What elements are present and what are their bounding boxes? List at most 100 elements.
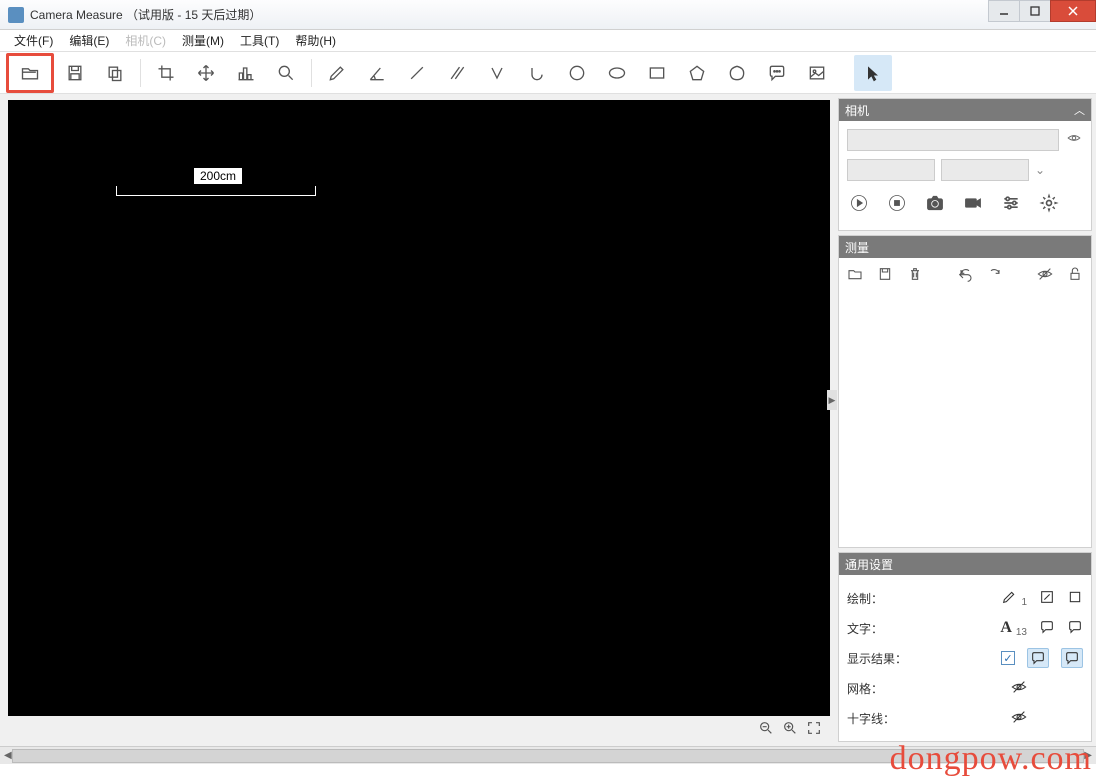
result-style-outline[interactable] (1061, 648, 1083, 668)
canvas-controls (8, 716, 830, 744)
open-button[interactable] (6, 53, 54, 93)
undo-button[interactable] (957, 266, 973, 287)
title-bar: Camera Measure （试用版 - 15 天后过期） (0, 0, 1096, 30)
draw-size-value: 1 (1021, 597, 1027, 608)
toolbar-separator (311, 59, 312, 87)
pencil-icon[interactable] (1001, 589, 1017, 608)
comment-outline-icon[interactable] (1067, 619, 1083, 638)
comment-filled-icon[interactable] (1039, 619, 1055, 638)
main-toolbar (0, 52, 1096, 94)
menu-bar: 文件(F) 编辑(E) 相机(C) 测量(M) 工具(T) 帮助(H) (0, 30, 1096, 52)
font-icon[interactable]: A (1000, 619, 1012, 637)
camera-panel: 相机 ︿ ⌄ (838, 98, 1092, 231)
settings-sliders-button[interactable] (1001, 193, 1021, 218)
zoom-in-button[interactable] (782, 720, 798, 741)
camera-panel-header[interactable]: 相机 ︿ (839, 99, 1091, 121)
canvas-container: 200cm ▶ (0, 94, 836, 746)
resolution-select[interactable] (847, 159, 935, 181)
move-button[interactable] (187, 55, 225, 91)
collapse-icon[interactable]: ︿ (1074, 102, 1085, 118)
horizontal-scrollbar[interactable]: ◀ ▶ (0, 746, 1096, 764)
toolbar-separator (140, 59, 141, 87)
comment-tool[interactable] (758, 55, 796, 91)
result-style-filled[interactable] (1027, 648, 1049, 668)
rectangle-tool[interactable] (638, 55, 676, 91)
menu-tool[interactable]: 工具(T) (232, 30, 287, 51)
scroll-right-button[interactable]: ▶ (1084, 750, 1092, 761)
parallel-lines-tool[interactable] (438, 55, 476, 91)
close-button[interactable] (1050, 0, 1096, 22)
maximize-button[interactable] (1019, 0, 1051, 22)
visibility-icon[interactable] (1065, 131, 1083, 150)
angle-tool[interactable] (358, 55, 396, 91)
pentagon-tool[interactable] (678, 55, 716, 91)
panel-expand-handle[interactable]: ▶ (827, 390, 837, 410)
snapshot-button[interactable] (925, 193, 945, 218)
gear-button[interactable] (1039, 193, 1059, 218)
window-title: Camera Measure （试用版 - 15 天后过期） (30, 6, 261, 23)
pointer-tool[interactable] (854, 55, 892, 91)
crosshair-label: 十字线： (847, 710, 923, 727)
show-result-label: 显示结果： (847, 650, 923, 667)
scale-bar (116, 186, 316, 196)
menu-help[interactable]: 帮助(H) (287, 30, 344, 51)
settings-panel-header[interactable]: 通用设置 (839, 553, 1091, 575)
right-sidebar: 相机 ︿ ⌄ (836, 94, 1096, 746)
edit-square-icon[interactable] (1039, 589, 1055, 608)
delete-measure-button[interactable] (907, 266, 923, 287)
settings-panel-title: 通用设置 (845, 556, 893, 573)
window-controls (989, 0, 1096, 22)
menu-file[interactable]: 文件(F) (6, 30, 61, 51)
app-icon (8, 7, 24, 23)
format-select[interactable] (941, 159, 1029, 181)
record-button[interactable] (963, 193, 983, 218)
save-measure-button[interactable] (877, 266, 893, 287)
text-label: 文字： (847, 620, 923, 637)
scale-label: 200cm (194, 168, 242, 184)
fullscreen-button[interactable] (806, 720, 822, 741)
crosshair-visibility-icon[interactable] (1011, 709, 1027, 728)
expand-icon[interactable]: ⌄ (1035, 163, 1045, 177)
main-area: 200cm ▶ 相机 ︿ (0, 94, 1096, 746)
measure-panel: 测量 (838, 235, 1092, 548)
measure-list[interactable] (839, 295, 1091, 515)
minimize-button[interactable] (988, 0, 1020, 22)
polygon-tool[interactable] (718, 55, 756, 91)
menu-edit[interactable]: 编辑(E) (61, 30, 117, 51)
fill-square-icon[interactable] (1067, 589, 1083, 608)
angle2-tool[interactable] (478, 55, 516, 91)
settings-panel: 通用设置 绘制： 1 文字： A 13 (838, 552, 1092, 742)
zoom-out-button[interactable] (758, 720, 774, 741)
copy-button[interactable] (96, 55, 134, 91)
save-button[interactable] (56, 55, 94, 91)
zoom-button[interactable] (267, 55, 305, 91)
show-result-checkbox[interactable]: ✓ (1001, 651, 1015, 665)
camera-select[interactable] (847, 129, 1059, 151)
play-button[interactable] (849, 193, 869, 218)
text-size-value: 13 (1016, 627, 1027, 638)
grid-visibility-icon[interactable] (1011, 679, 1027, 698)
draw-label: 绘制： (847, 590, 923, 607)
redo-button[interactable] (987, 266, 1003, 287)
pencil-tool[interactable] (318, 55, 356, 91)
crop-button[interactable] (147, 55, 185, 91)
canvas[interactable]: 200cm (8, 100, 830, 716)
ellipse-tool[interactable] (598, 55, 636, 91)
line-tool[interactable] (398, 55, 436, 91)
scroll-left-button[interactable]: ◀ (4, 750, 12, 761)
visibility-toggle-button[interactable] (1037, 266, 1053, 287)
stop-button[interactable] (887, 193, 907, 218)
histogram-button[interactable] (227, 55, 265, 91)
menu-measure[interactable]: 测量(M) (174, 30, 232, 51)
camera-panel-title: 相机 (845, 102, 869, 119)
lock-button[interactable] (1067, 266, 1083, 287)
grid-label: 网格： (847, 680, 923, 697)
image-tool[interactable] (798, 55, 836, 91)
scroll-track[interactable] (12, 749, 1085, 763)
measure-panel-title: 测量 (845, 239, 869, 256)
arc-tool[interactable] (518, 55, 556, 91)
measure-panel-header[interactable]: 测量 (839, 236, 1091, 258)
menu-camera[interactable]: 相机(C) (117, 30, 174, 51)
circle-tool[interactable] (558, 55, 596, 91)
open-measure-button[interactable] (847, 266, 863, 287)
